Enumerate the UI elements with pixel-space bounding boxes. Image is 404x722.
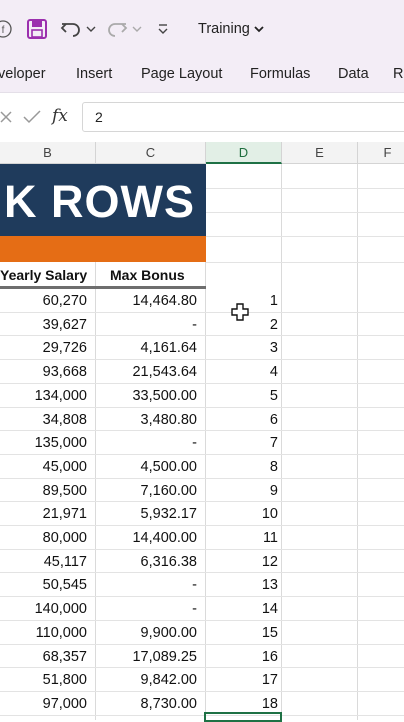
cell-yearly-salary[interactable]: 140,000 bbox=[0, 597, 87, 620]
gridline bbox=[206, 236, 404, 237]
cell-index[interactable]: 12 bbox=[206, 550, 278, 573]
formula-input[interactable]: 2 bbox=[82, 102, 404, 132]
cell-yearly-salary[interactable]: 110,000 bbox=[0, 621, 87, 644]
cell-yearly-salary[interactable]: 135,000 bbox=[0, 431, 87, 454]
column-header-c[interactable]: C bbox=[96, 142, 206, 164]
cell-max-bonus[interactable]: 14,464.80 bbox=[96, 289, 197, 312]
svg-text:f: f bbox=[2, 25, 5, 36]
gridline bbox=[357, 164, 358, 720]
cell-max-bonus[interactable]: 5,932.17 bbox=[96, 502, 197, 525]
cell-max-bonus[interactable]: 4,161.64 bbox=[96, 336, 197, 359]
cell-index[interactable]: 4 bbox=[206, 360, 278, 383]
cell-index[interactable]: 11 bbox=[206, 526, 278, 549]
column-header-f[interactable]: F bbox=[358, 142, 404, 164]
cell-index[interactable]: 13 bbox=[206, 573, 278, 596]
cell-index[interactable]: 8 bbox=[206, 455, 278, 478]
cell-index[interactable]: 16 bbox=[206, 645, 278, 668]
cell-yearly-salary[interactable]: 45,117 bbox=[0, 550, 87, 573]
cell-max-bonus[interactable]: 8,730.00 bbox=[96, 692, 197, 715]
cell-yearly-salary[interactable]: 29,726 bbox=[0, 336, 87, 359]
column-header-d[interactable]: D bbox=[206, 142, 282, 164]
gridline bbox=[281, 164, 282, 720]
cell-max-bonus[interactable]: 3,480.80 bbox=[96, 408, 197, 431]
sheet-banner: K ROWS bbox=[0, 164, 206, 236]
column-header-b[interactable]: B bbox=[0, 142, 96, 164]
tab-review[interactable]: R bbox=[393, 66, 403, 82]
tab-developer[interactable]: veloper bbox=[0, 66, 46, 82]
cell-index[interactable]: 15 bbox=[206, 621, 278, 644]
redo-icon[interactable] bbox=[106, 18, 128, 40]
cell-max-bonus[interactable]: - bbox=[96, 597, 197, 620]
cell-max-bonus[interactable]: 9,900.00 bbox=[96, 621, 197, 644]
gridline bbox=[206, 212, 404, 213]
ribbon-tabs: veloper Insert Page Layout Formulas Data… bbox=[0, 58, 404, 92]
cell-yearly-salary[interactable]: 50,545 bbox=[0, 573, 87, 596]
cell-yearly-salary[interactable]: 39,627 bbox=[0, 313, 87, 336]
tab-data[interactable]: Data bbox=[338, 66, 369, 82]
cancel-icon[interactable] bbox=[0, 110, 12, 124]
cell-yearly-salary[interactable]: 80,000 bbox=[0, 526, 87, 549]
cell-yearly-salary[interactable]: 93,668 bbox=[0, 360, 87, 383]
header-max-bonus[interactable]: Max Bonus bbox=[110, 262, 204, 286]
cell-yearly-salary[interactable]: 89,500 bbox=[0, 479, 87, 502]
cell-max-bonus[interactable]: 7,160.00 bbox=[96, 479, 197, 502]
cell-yearly-salary[interactable]: 34,808 bbox=[0, 408, 87, 431]
cell-index[interactable]: 7 bbox=[206, 431, 278, 454]
cell-yearly-salary[interactable]: 21,971 bbox=[0, 502, 87, 525]
cell-yearly-salary[interactable]: 60,270 bbox=[0, 289, 87, 312]
cell-max-bonus[interactable]: 14,400.00 bbox=[96, 526, 197, 549]
cell-cursor-icon bbox=[231, 303, 249, 321]
cell-yearly-salary[interactable]: 97,000 bbox=[0, 692, 87, 715]
customize-icon[interactable] bbox=[156, 22, 170, 36]
cell-max-bonus[interactable]: 9,842.00 bbox=[96, 668, 197, 691]
redo-dropdown-icon[interactable] bbox=[132, 24, 142, 34]
cell-index[interactable]: 10 bbox=[206, 502, 278, 525]
chevron-down-icon[interactable] bbox=[253, 23, 265, 35]
cell-max-bonus[interactable]: 33,500.00 bbox=[96, 384, 197, 407]
cell-max-bonus[interactable]: - bbox=[96, 573, 197, 596]
tab-insert[interactable]: Insert bbox=[76, 66, 112, 82]
cell-index[interactable]: 3 bbox=[206, 336, 278, 359]
undo-icon[interactable] bbox=[60, 18, 82, 40]
selected-cell[interactable] bbox=[204, 712, 282, 722]
autosave-toggle-icon[interactable]: f bbox=[0, 20, 12, 38]
cell-max-bonus[interactable]: 17,089.25 bbox=[96, 645, 197, 668]
cell-max-bonus[interactable]: 21,543.64 bbox=[96, 360, 197, 383]
column-header-e[interactable]: E bbox=[282, 142, 358, 164]
cell-yearly-salary[interactable]: 45,000 bbox=[0, 455, 87, 478]
workbook-name[interactable]: Training bbox=[198, 21, 250, 37]
banner-accent-strip bbox=[0, 236, 206, 262]
cell-max-bonus[interactable]: - bbox=[96, 313, 197, 336]
header-yearly-salary[interactable]: Yearly Salary bbox=[0, 262, 94, 286]
quick-access-toolbar: f Training bbox=[0, 0, 404, 58]
gridline bbox=[206, 262, 404, 263]
cell-yearly-salary[interactable]: 51,800 bbox=[0, 668, 87, 691]
cell-index[interactable]: 9 bbox=[206, 479, 278, 502]
tab-formulas[interactable]: Formulas bbox=[250, 66, 310, 82]
cell-yearly-salary[interactable]: 68,357 bbox=[0, 645, 87, 668]
enter-icon[interactable] bbox=[22, 109, 42, 125]
tab-page-layout[interactable]: Page Layout bbox=[141, 66, 222, 82]
cell-index[interactable]: 5 bbox=[206, 384, 278, 407]
cell-max-bonus[interactable]: - bbox=[96, 431, 197, 454]
cell-max-bonus[interactable]: 4,500.00 bbox=[96, 455, 197, 478]
cell-index[interactable]: 14 bbox=[206, 597, 278, 620]
undo-dropdown-icon[interactable] bbox=[86, 24, 96, 34]
cell-max-bonus[interactable]: 6,316.38 bbox=[96, 550, 197, 573]
cell-index[interactable]: 6 bbox=[206, 408, 278, 431]
insert-function-icon[interactable]: fx bbox=[52, 106, 68, 126]
save-icon[interactable] bbox=[26, 18, 48, 40]
cell-yearly-salary[interactable]: 134,000 bbox=[0, 384, 87, 407]
cell-index[interactable]: 17 bbox=[206, 668, 278, 691]
gridline bbox=[206, 188, 404, 189]
